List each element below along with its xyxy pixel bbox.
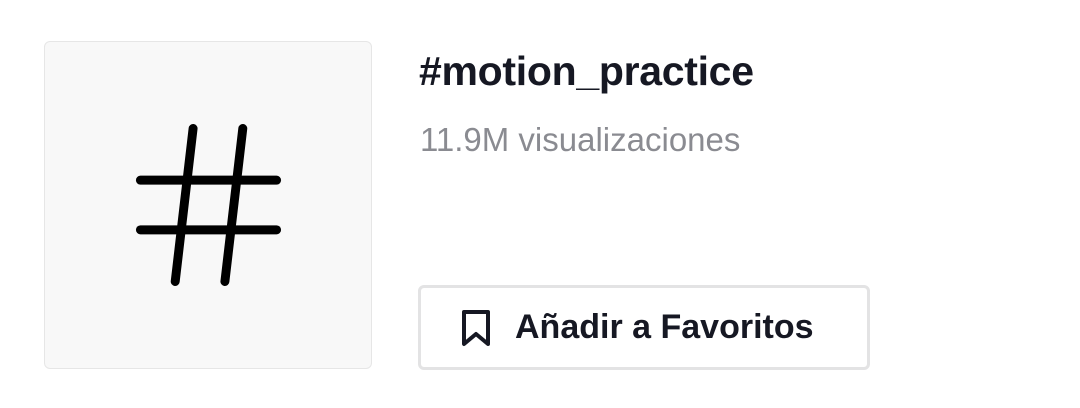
add-to-favorites-label: Añadir a Favoritos [515,308,814,346]
bookmark-icon [459,308,493,348]
hashtag-icon [135,123,282,287]
hashtag-title: #motion_practice [419,48,754,94]
hashtag-cover [44,41,372,369]
add-to-favorites-button[interactable]: Añadir a Favoritos [418,285,870,370]
view-count: 11.9M visualizaciones [420,121,741,158]
